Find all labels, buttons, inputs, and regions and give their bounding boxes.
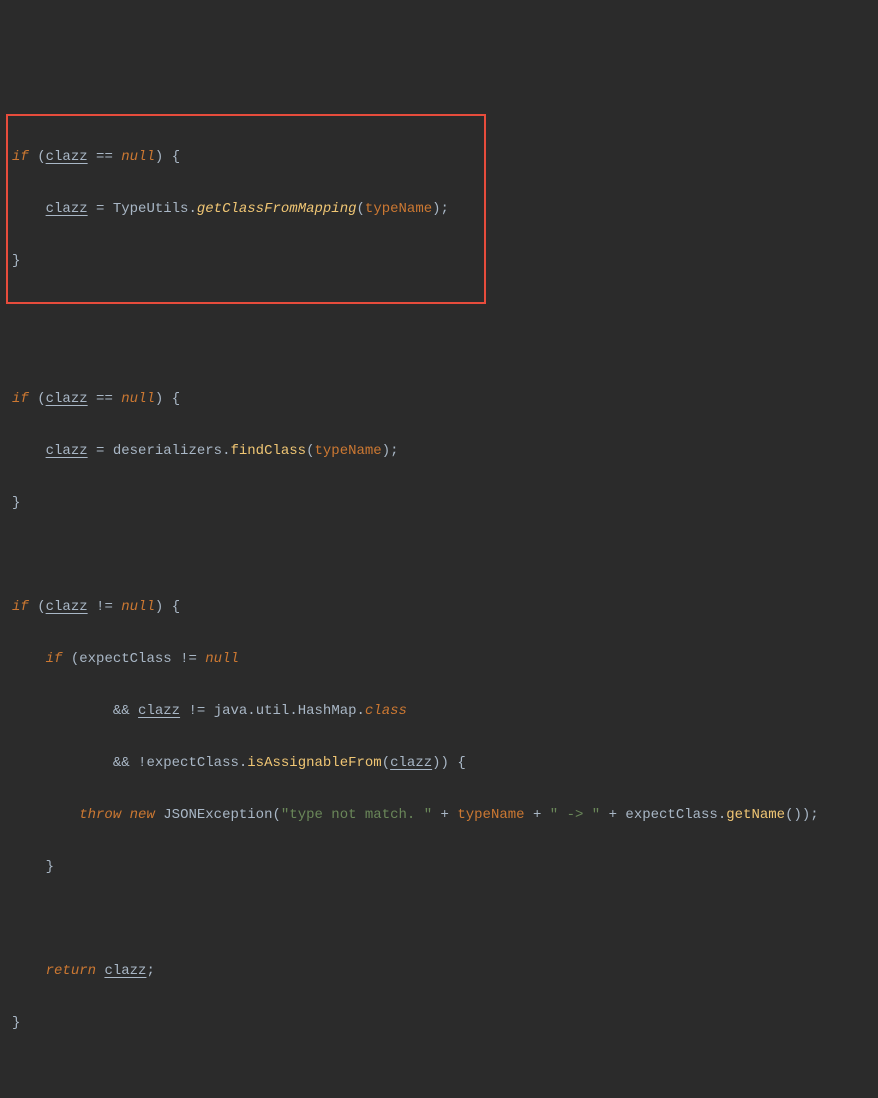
code-line: throw new JSONException("type not match.… xyxy=(12,802,866,828)
keyword-if: if xyxy=(46,651,63,667)
code-line: && !expectClass.isAssignableFrom(clazz))… xyxy=(12,750,866,776)
blank-line xyxy=(12,334,866,360)
code-line: clazz = deserializers.findClass(typeName… xyxy=(12,438,866,464)
param-typename: typeName xyxy=(315,443,382,459)
keyword-if: if xyxy=(12,599,29,615)
highlighted-code-block: if (clazz == null) { clazz = TypeUtils.g… xyxy=(6,114,486,304)
var-deserializers: deserializers xyxy=(113,443,222,459)
var-expectclass: expectClass xyxy=(625,807,717,823)
method-isassignablefrom: isAssignableFrom xyxy=(247,755,381,771)
code-line: } xyxy=(12,490,866,516)
var-clazz: clazz xyxy=(46,443,88,459)
var-clazz: clazz xyxy=(46,149,88,165)
var-clazz: clazz xyxy=(138,703,180,719)
code-line: } xyxy=(12,1010,866,1036)
method-getname: getName xyxy=(726,807,785,823)
var-expectclass: expectClass xyxy=(79,651,171,667)
blank-line xyxy=(12,906,866,932)
blank-line xyxy=(12,542,866,568)
var-clazz: clazz xyxy=(46,599,88,615)
keyword-if: if xyxy=(12,149,29,165)
code-line: if (expectClass != null xyxy=(12,646,866,672)
method-findclass: findClass xyxy=(230,443,306,459)
class-jsonexception: JSONException xyxy=(163,807,272,823)
code-line: if (clazz == null) { xyxy=(12,386,866,412)
keyword-throw: throw xyxy=(79,807,121,823)
string-literal: "type not match. " xyxy=(281,807,432,823)
code-line: clazz = TypeUtils.getClassFromMapping(ty… xyxy=(12,196,480,222)
null-literal: null xyxy=(121,599,155,615)
var-clazz: clazz xyxy=(46,201,88,217)
code-line: } xyxy=(12,854,866,880)
var-typename: typeName xyxy=(457,807,524,823)
var-clazz: clazz xyxy=(390,755,432,771)
var-expectclass: expectClass xyxy=(146,755,238,771)
keyword-if: if xyxy=(12,391,29,407)
class-hashmap: HashMap xyxy=(298,703,357,719)
code-line: } xyxy=(12,248,480,274)
null-literal: null xyxy=(121,149,155,165)
keyword-class: class xyxy=(365,703,407,719)
blank-line xyxy=(12,1062,866,1088)
code-line: && clazz != java.util.HashMap.class xyxy=(12,698,866,724)
keyword-return: return xyxy=(46,963,96,979)
class-typeutils: TypeUtils xyxy=(113,201,189,217)
param-typename: typeName xyxy=(365,201,432,217)
method-getclassfrommapping: getClassFromMapping xyxy=(197,201,357,217)
var-clazz: clazz xyxy=(104,963,146,979)
code-line: return clazz; xyxy=(12,958,866,984)
code-line: if (clazz == null) { xyxy=(12,144,480,170)
null-literal: null xyxy=(205,651,239,667)
code-line: if (clazz != null) { xyxy=(12,594,866,620)
var-clazz: clazz xyxy=(46,391,88,407)
string-literal: " -> " xyxy=(550,807,600,823)
null-literal: null xyxy=(121,391,155,407)
keyword-new: new xyxy=(130,807,155,823)
